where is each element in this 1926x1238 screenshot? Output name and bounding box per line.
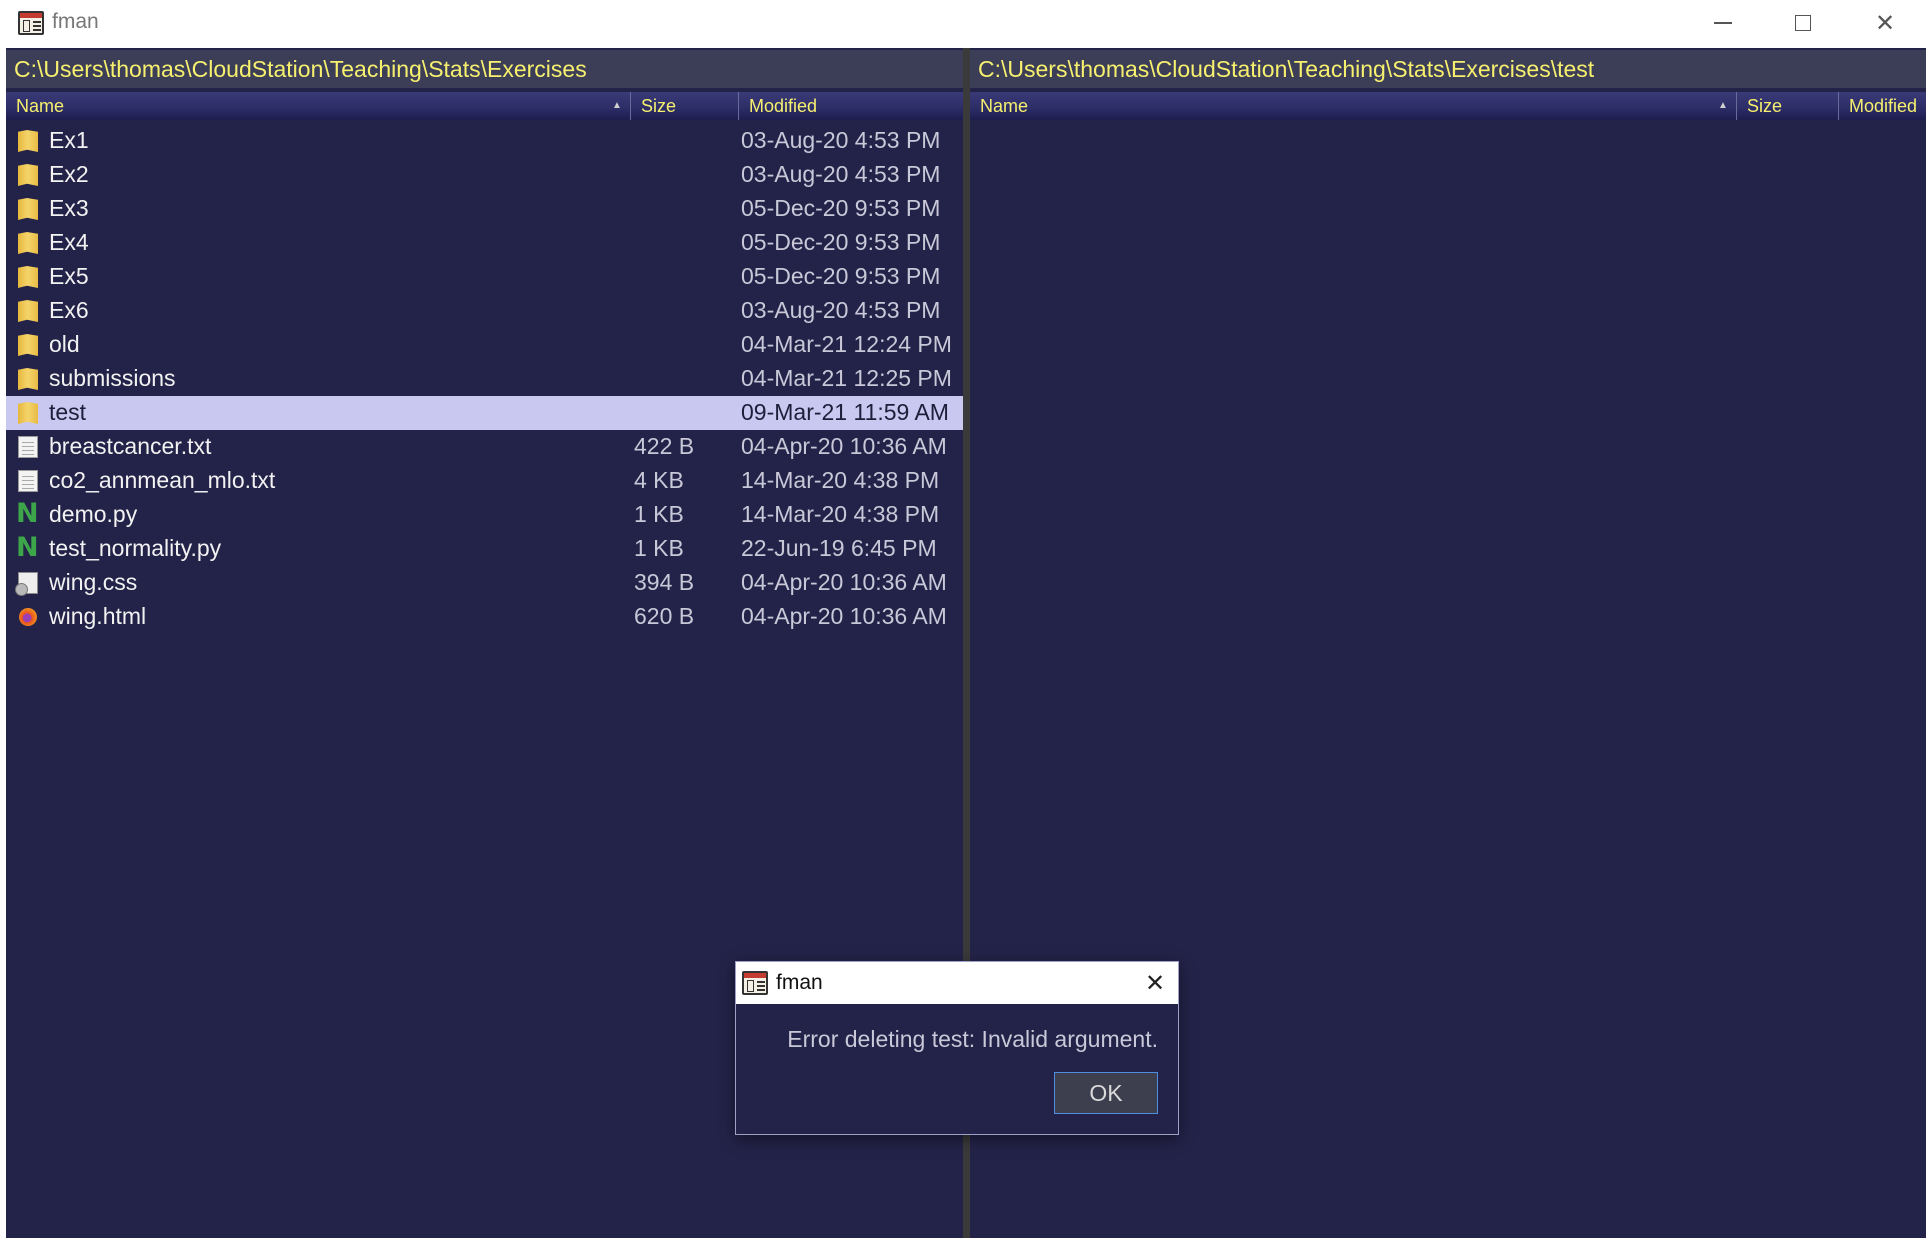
- file-modified: 05-Dec-20 9:53 PM: [741, 195, 941, 221]
- file-row[interactable]: Ex5 05-Dec-20 9:53 PM: [6, 260, 963, 294]
- fman-app-icon: [18, 11, 44, 35]
- window-title: fman: [52, 10, 99, 33]
- close-icon[interactable]: ✕: [1140, 968, 1170, 998]
- file-size: 394 B: [634, 569, 695, 595]
- file-name: Ex2: [49, 161, 89, 187]
- file-size: 620 B: [634, 603, 695, 629]
- minimize-icon[interactable]: [1683, 0, 1763, 46]
- folder-icon: [18, 334, 38, 356]
- right-col-modified[interactable]: Modified: [1839, 92, 1926, 120]
- file-name: wing.css: [49, 569, 138, 595]
- file-modified: 04-Apr-20 10:36 AM: [741, 569, 947, 595]
- file-row[interactable]: old 04-Mar-21 12:24 PM: [6, 328, 963, 362]
- file-name: submissions: [49, 365, 176, 391]
- css-file-icon: [15, 572, 38, 596]
- file-modified: 03-Aug-20 4:53 PM: [741, 161, 941, 187]
- dialog-message: Error deleting test: Invalid argument.: [787, 1026, 1158, 1052]
- folder-icon: [18, 300, 38, 322]
- ok-button[interactable]: OK: [1054, 1072, 1158, 1114]
- file-modified: 22-Jun-19 6:45 PM: [741, 535, 937, 561]
- left-col-size[interactable]: Size: [631, 92, 739, 120]
- file-size: 422 B: [634, 433, 695, 459]
- left-column-header: Name ▲ Size Modified: [6, 92, 963, 120]
- dialog-title: fman: [776, 971, 823, 994]
- error-dialog: fman ✕ Error deleting test: Invalid argu…: [736, 962, 1178, 1134]
- file-modified: 04-Mar-21 12:25 PM: [741, 365, 952, 391]
- file-row[interactable]: Ex1 03-Aug-20 4:53 PM: [6, 124, 963, 158]
- html-file-icon: [19, 608, 37, 626]
- file-name: Ex4: [49, 229, 89, 255]
- left-path-bar[interactable]: C:\Users\thomas\CloudStation\Teaching\St…: [6, 50, 963, 88]
- fman-app-icon: [742, 971, 768, 995]
- file-row[interactable]: Ex3 05-Dec-20 9:53 PM: [6, 192, 963, 226]
- sort-ascending-icon: ▲: [1718, 100, 1728, 111]
- file-row[interactable]: breastcancer.txt 422 B 04-Apr-20 10:36 AM: [6, 430, 963, 464]
- right-col-name[interactable]: Name ▲: [970, 92, 1737, 120]
- file-modified: 09-Mar-21 11:59 AM: [741, 399, 949, 425]
- dialog-titlebar: fman ✕: [736, 962, 1178, 1004]
- file-name: demo.py: [49, 501, 138, 527]
- file-modified: 05-Dec-20 9:53 PM: [741, 229, 941, 255]
- folder-icon: [18, 164, 38, 186]
- folder-icon: [18, 368, 38, 390]
- file-name: Ex3: [49, 195, 89, 221]
- file-row[interactable]: Ntest_normality.py 1 KB 22-Jun-19 6:45 PM: [6, 532, 963, 566]
- file-modified: 03-Aug-20 4:53 PM: [741, 297, 941, 323]
- file-row[interactable]: Ex4 05-Dec-20 9:53 PM: [6, 226, 963, 260]
- file-name: old: [49, 331, 80, 357]
- file-modified: 04-Apr-20 10:36 AM: [741, 433, 947, 459]
- file-row[interactable]: Ex6 03-Aug-20 4:53 PM: [6, 294, 963, 328]
- right-col-size[interactable]: Size: [1737, 92, 1839, 120]
- fman-main: C:\Users\thomas\CloudStation\Teaching\St…: [6, 48, 1926, 1238]
- file-modified: 04-Apr-20 10:36 AM: [741, 603, 947, 629]
- file-modified: 03-Aug-20 4:53 PM: [741, 127, 941, 153]
- text-file-icon: [18, 470, 38, 492]
- folder-icon: [18, 232, 38, 254]
- file-modified: 05-Dec-20 9:53 PM: [741, 263, 941, 289]
- file-name: Ex6: [49, 297, 89, 323]
- close-icon[interactable]: ✕: [1845, 0, 1925, 46]
- left-col-name[interactable]: Name ▲: [6, 92, 631, 120]
- python-file-icon: N: [16, 532, 39, 563]
- file-name: Ex1: [49, 127, 89, 153]
- file-row[interactable]: Ndemo.py 1 KB 14-Mar-20 4:38 PM: [6, 498, 963, 532]
- folder-icon: [18, 266, 38, 288]
- file-row[interactable]: submissions 04-Mar-21 12:25 PM: [6, 362, 963, 396]
- file-modified: 14-Mar-20 4:38 PM: [741, 501, 940, 527]
- right-column-header: Name ▲ Size Modified: [970, 92, 1926, 120]
- file-size: 1 KB: [634, 501, 684, 527]
- file-name: test: [49, 399, 87, 425]
- file-name: breastcancer.txt: [49, 433, 212, 459]
- left-col-modified[interactable]: Modified: [739, 92, 963, 120]
- text-file-icon: [18, 436, 38, 458]
- file-modified: 04-Mar-21 12:24 PM: [741, 331, 952, 357]
- file-row[interactable]: co2_annmean_mlo.txt 4 KB 14-Mar-20 4:38 PM: [6, 464, 963, 498]
- file-row[interactable]: Ex2 03-Aug-20 4:53 PM: [6, 158, 963, 192]
- python-file-icon: N: [16, 498, 39, 529]
- file-row[interactable]: wing.css 394 B 04-Apr-20 10:36 AM: [6, 566, 963, 600]
- file-row[interactable]: test 09-Mar-21 11:59 AM: [6, 396, 963, 430]
- right-path-bar[interactable]: C:\Users\thomas\CloudStation\Teaching\St…: [970, 50, 1926, 88]
- file-name: Ex5: [49, 263, 89, 289]
- file-size: 4 KB: [634, 467, 684, 493]
- file-name: wing.html: [49, 603, 147, 629]
- folder-icon: [18, 402, 38, 424]
- file-name: test_normality.py: [49, 535, 222, 561]
- folder-icon: [18, 130, 38, 152]
- folder-icon: [18, 198, 38, 220]
- file-name: co2_annmean_mlo.txt: [49, 467, 276, 493]
- file-size: 1 KB: [634, 535, 684, 561]
- file-row[interactable]: wing.html 620 B 04-Apr-20 10:36 AM: [6, 600, 963, 634]
- file-modified: 14-Mar-20 4:38 PM: [741, 467, 940, 493]
- sort-ascending-icon: ▲: [612, 100, 622, 111]
- maximize-icon[interactable]: [1763, 0, 1843, 46]
- window-titlebar: fman ✕: [0, 0, 1926, 48]
